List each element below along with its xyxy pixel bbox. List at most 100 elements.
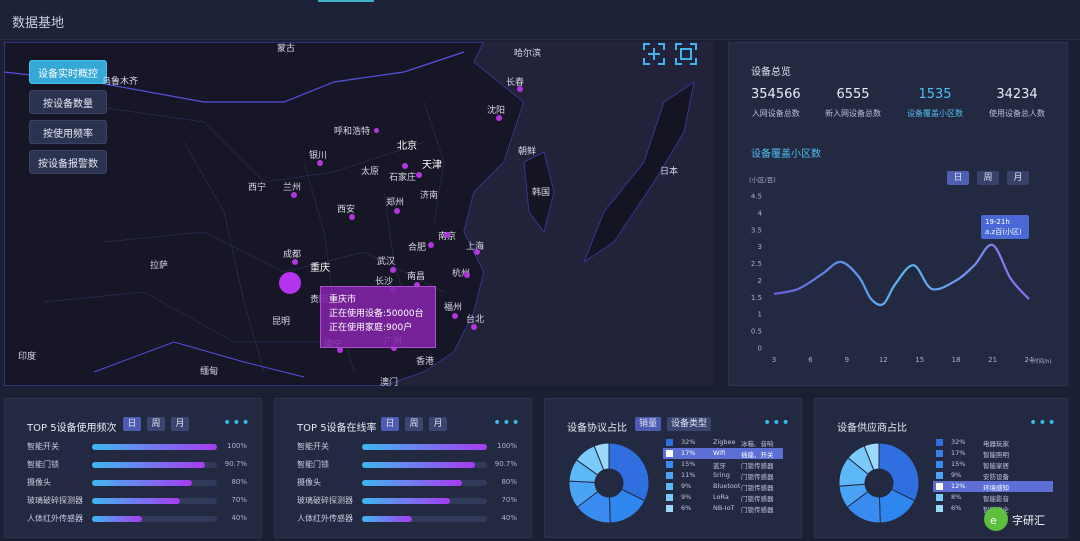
more-icon[interactable]: •••	[1029, 415, 1057, 431]
stat-covered-communities[interactable]: 1535 设备覆盖小区数	[907, 87, 963, 119]
legend-percent: 32%	[681, 438, 696, 446]
city-label: 香港	[416, 357, 435, 367]
tab-day[interactable]: 日	[381, 417, 399, 431]
legend-swatch	[666, 494, 673, 501]
legend-vendor: 门锁传感器	[741, 484, 774, 492]
legend-swatch	[936, 472, 943, 479]
map-btn-alarm-count[interactable]: 按设备报警数	[29, 150, 107, 174]
card-tabs: 销量 设备类型	[635, 417, 711, 431]
legend-item[interactable]: 32% Zigbee 冰箱、音响	[663, 437, 783, 448]
legend-item[interactable]: 8% 智能影音	[933, 492, 1053, 503]
legend-name: 智能照明	[983, 451, 1009, 459]
y-tick-label: 2	[758, 277, 762, 285]
legend-item[interactable]: 9% LoRa 门锁传感器	[663, 492, 783, 503]
map-dot[interactable]	[374, 128, 379, 133]
map-dot[interactable]	[394, 208, 400, 214]
legend-vendor: 门锁传感器	[741, 462, 774, 470]
map-panel[interactable]: 设备实时概控 按设备数量 按使用频率 按设备报警数 蒙古 乌鲁木齐 哈尔滨 长春…	[4, 42, 714, 386]
stat-value: 34234	[996, 87, 1038, 102]
tab-device-type[interactable]: 设备类型	[667, 417, 711, 431]
map-dot[interactable]	[464, 272, 470, 278]
bar-row: 摄像头 80%	[297, 477, 517, 489]
legend-swatch	[666, 439, 673, 446]
bar-percent: 90.7%	[494, 460, 517, 468]
bar-fill	[92, 498, 180, 504]
tab-sales[interactable]: 销量	[635, 417, 661, 431]
map-dot[interactable]	[444, 232, 450, 238]
stat-label: 新入网设备总数	[825, 109, 881, 118]
legend-item[interactable]: 6% NB-IoT 门锁传感器	[663, 503, 783, 514]
city-label: 韩国	[532, 188, 551, 198]
map-dot[interactable]	[292, 259, 298, 265]
map-dot[interactable]	[291, 192, 297, 198]
city-label: 昆明	[272, 317, 291, 327]
bar-percent: 40%	[231, 514, 247, 522]
bar-track	[362, 516, 487, 522]
legend-item[interactable]: 17% Wifi 插座、开关	[663, 448, 783, 459]
bar-percent: 70%	[231, 496, 247, 504]
map-dot[interactable]	[496, 115, 502, 121]
tab-week[interactable]: 周	[147, 417, 165, 431]
city-label: 蒙古	[277, 44, 296, 54]
legend-name: Wifi	[713, 449, 726, 457]
legend-item[interactable]: 9% Bluetoot 门锁传感器	[663, 481, 783, 492]
map-dot[interactable]	[390, 267, 396, 273]
map-btn-device-count[interactable]: 按设备数量	[29, 90, 107, 114]
map-dot[interactable]	[474, 249, 480, 255]
map-dot[interactable]	[402, 163, 408, 169]
bar-label: 人体红外传感器	[297, 514, 353, 523]
bar-row: 人体红外传感器 40%	[27, 513, 247, 525]
supplier-legend: 32% 电器玩家 17% 智能照明 15% 智能家居 9% 安防设备 12% 环境感知 8% 智能影音…	[933, 437, 1053, 514]
bar-percent: 100%	[496, 442, 517, 450]
city-label: 日本	[660, 167, 679, 177]
header-accent	[318, 0, 374, 2]
bar-fill	[362, 516, 412, 522]
stat-label: 入网设备总数	[751, 109, 800, 118]
card-top5-usage: TOP 5设备使用频次 日 周 月 ••• 智能开关 100% 智能门锁 90.7% 摄…	[4, 398, 262, 538]
card-title: TOP 5设备使用频次	[27, 423, 117, 434]
more-icon[interactable]: •••	[493, 415, 521, 431]
city-label: 兰州	[283, 183, 302, 193]
fullscreen-icon[interactable]	[674, 42, 698, 66]
city-label: 武汉	[377, 257, 396, 267]
city-label: 福州	[444, 303, 463, 313]
map-dot[interactable]	[349, 214, 355, 220]
city-label: 石家庄	[389, 173, 417, 183]
map-btn-usage-freq[interactable]: 按使用频率	[29, 120, 107, 144]
more-icon[interactable]: •••	[763, 415, 791, 431]
map-dot[interactable]	[317, 160, 323, 166]
tab-day[interactable]: 日	[123, 417, 141, 431]
legend-item[interactable]: 11% Sring 门锁传感器	[663, 470, 783, 481]
map-dot[interactable]	[428, 242, 434, 248]
bar-track	[362, 462, 487, 468]
x-tick-label: 9	[845, 356, 849, 364]
tab-month[interactable]: 月	[429, 417, 447, 431]
legend-item[interactable]: 15% 智能家居	[933, 459, 1053, 470]
bar-track	[362, 498, 487, 504]
map-dot[interactable]	[416, 172, 422, 178]
bar-fill	[92, 444, 217, 450]
legend-item[interactable]: 32% 电器玩家	[933, 437, 1053, 448]
svg-text:e: e	[990, 514, 997, 527]
map-dot-chongqing[interactable]	[279, 272, 301, 294]
legend-percent: 15%	[951, 460, 966, 468]
page-title: 数据基地	[12, 16, 65, 31]
legend-item[interactable]: 12% 环境感知	[933, 481, 1053, 492]
x-tick-label: 21	[988, 356, 997, 364]
bar-label: 智能开关	[297, 442, 329, 451]
tab-week[interactable]: 周	[405, 417, 423, 431]
y-tick-label: 1.5	[751, 294, 762, 302]
map-dot[interactable]	[471, 324, 477, 330]
map-btn-realtime[interactable]: 设备实时概控	[29, 60, 107, 84]
more-icon[interactable]: •••	[223, 415, 251, 431]
donut-hole	[596, 470, 622, 496]
legend-item[interactable]: 9% 安防设备	[933, 470, 1053, 481]
legend-swatch	[936, 461, 943, 468]
map-dot[interactable]	[517, 86, 523, 92]
map-dot[interactable]	[452, 313, 458, 319]
legend-item[interactable]: 15% 蓝牙 门锁传感器	[663, 459, 783, 470]
legend-item[interactable]: 17% 智能照明	[933, 448, 1053, 459]
legend-name: 电器玩家	[983, 440, 1009, 448]
tab-month[interactable]: 月	[171, 417, 189, 431]
scan-frame-icon[interactable]	[642, 42, 666, 66]
